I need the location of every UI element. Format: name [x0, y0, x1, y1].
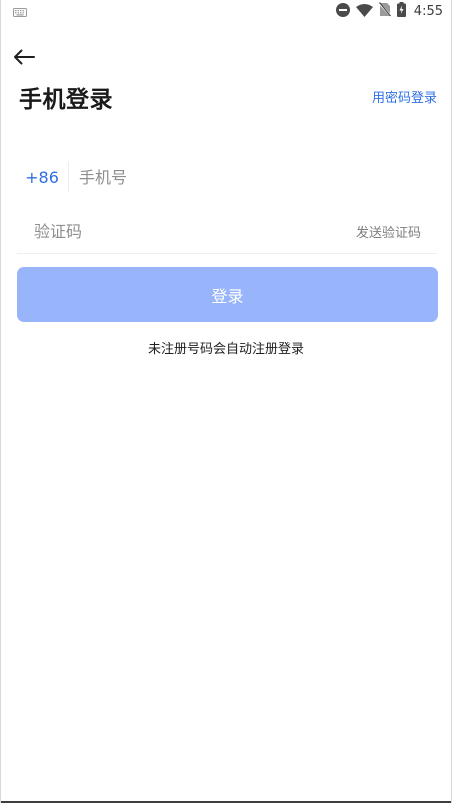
login-screen: 4:55 手机登录 用密码登录 +86 发送验证码 登录 未注册号码会自动注册登…	[0, 0, 452, 803]
phone-input[interactable]	[69, 155, 437, 199]
wifi-icon	[355, 2, 373, 21]
status-left	[13, 2, 27, 21]
dnd-icon	[335, 2, 350, 21]
back-button[interactable]	[13, 45, 45, 73]
status-time: 4:55	[413, 3, 443, 19]
login-button[interactable]: 登录	[17, 267, 438, 322]
arrow-left-icon	[13, 49, 35, 69]
password-login-link[interactable]: 用密码登录	[372, 87, 437, 106]
battery-charging-icon	[396, 1, 406, 21]
verification-code-input[interactable]	[17, 210, 356, 253]
send-code-button[interactable]: 发送验证码	[356, 222, 437, 241]
status-right: 4:55	[335, 1, 443, 21]
country-code-selector[interactable]: +86	[17, 168, 67, 187]
verification-code-row: 发送验证码	[17, 210, 437, 254]
status-bar: 4:55	[1, 0, 451, 22]
page-title: 手机登录	[19, 87, 113, 113]
keyboard-icon	[13, 2, 27, 21]
no-sim-icon	[378, 1, 392, 21]
phone-row: +86	[17, 155, 437, 199]
auto-register-notice: 未注册号码会自动注册登录	[147, 342, 304, 357]
